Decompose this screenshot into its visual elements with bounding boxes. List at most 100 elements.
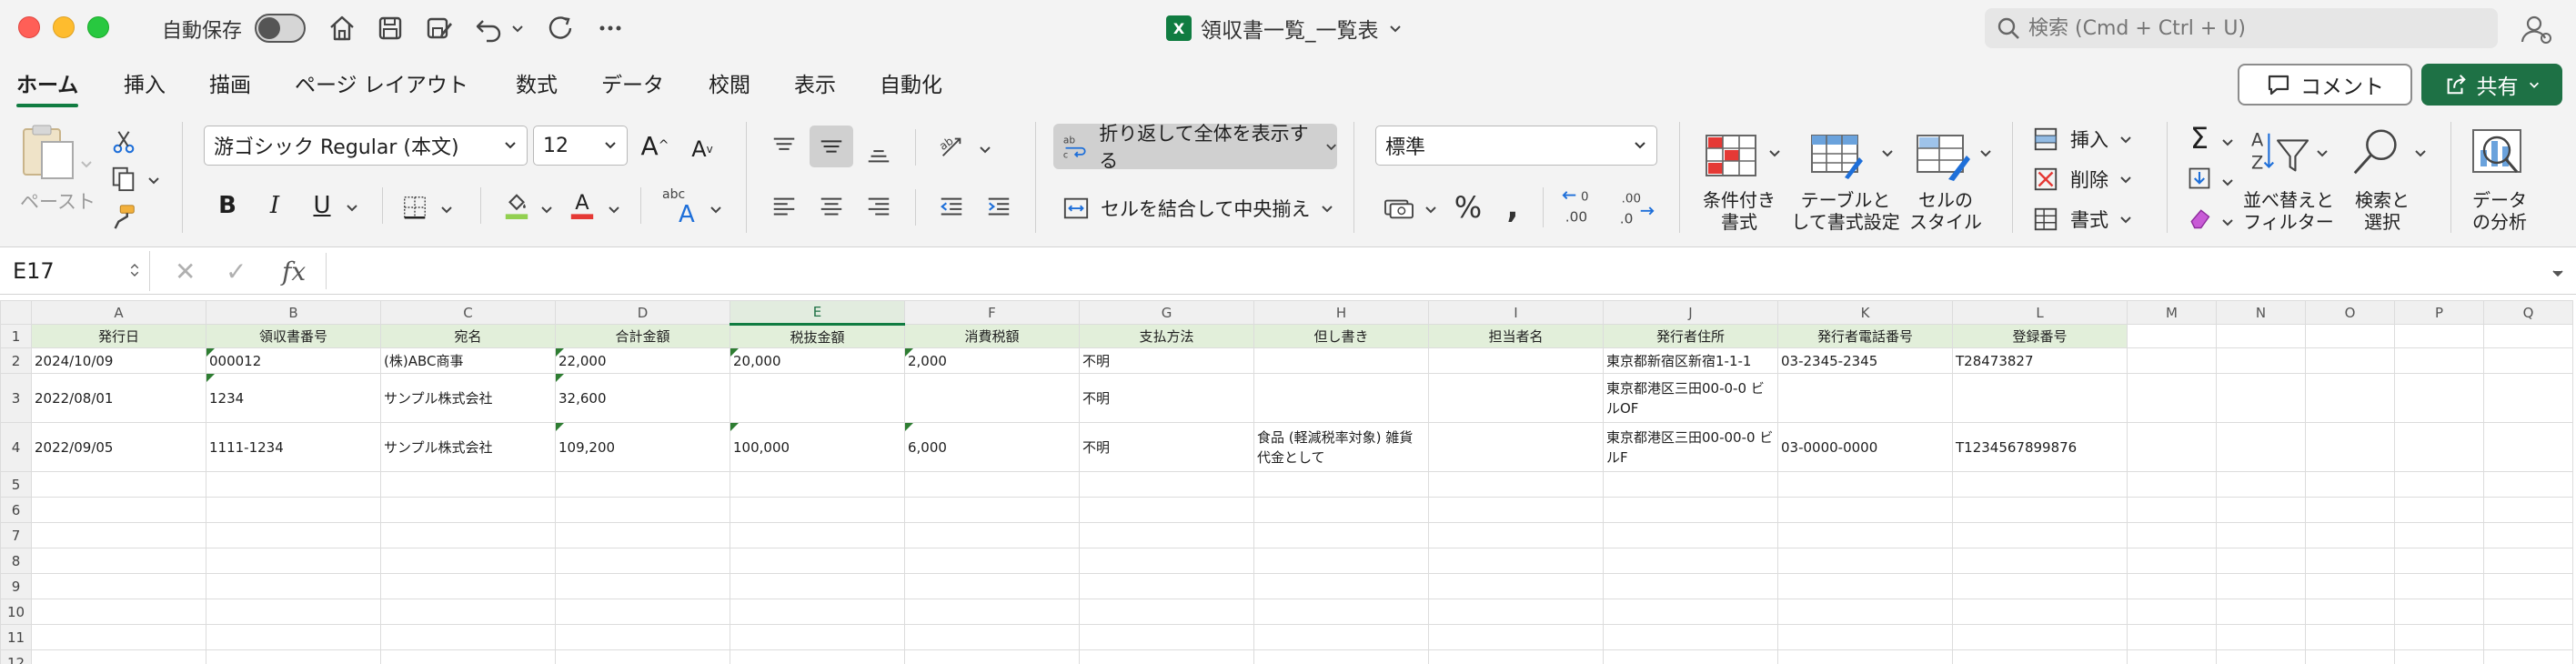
cell[interactable] [555,497,730,523]
cell[interactable] [2127,548,2217,574]
cell[interactable] [31,573,206,599]
header-cell[interactable]: 発行者電話番号 [1777,324,1953,348]
cell[interactable] [380,497,556,523]
cell[interactable] [206,649,381,664]
cell[interactable] [206,599,381,625]
cell[interactable] [1777,649,1953,664]
cancel-entry-icon[interactable]: ✕ [175,257,196,287]
cell[interactable] [1952,599,2128,625]
cell[interactable] [2305,497,2395,523]
cell[interactable] [904,373,1080,423]
document-title[interactable]: X 領収書一覧_一覧表 [1166,13,1403,44]
row-header[interactable]: 1 [0,324,32,348]
cell[interactable] [2305,422,2395,472]
decrease-indent-icon[interactable] [933,189,970,226]
cell[interactable] [2483,548,2573,574]
save-as-icon[interactable] [422,11,457,45]
cell[interactable] [2305,599,2395,625]
cell[interactable] [2394,471,2484,498]
cell[interactable] [2305,471,2395,498]
cell[interactable] [380,649,556,664]
cell[interactable] [730,573,905,599]
search-input[interactable] [2028,16,2465,40]
wrap-text-button[interactable]: ab c 折り返して全体を表示する [1053,123,1337,172]
column-header[interactable]: H [1253,300,1429,325]
cell[interactable] [2216,522,2306,548]
tab-review[interactable]: 校閲 [709,67,750,98]
font-name-dropdown[interactable]: 游ゴシック Regular (本文) [204,126,528,166]
insert-function-icon[interactable]: fx [282,257,306,287]
row-header[interactable]: 5 [0,471,32,498]
analyze-data-icon[interactable] [2467,122,2531,186]
formula-input[interactable] [329,251,2549,291]
cell[interactable] [1079,548,1254,574]
cell[interactable] [555,471,730,498]
cell[interactable] [1253,497,1429,523]
column-header[interactable]: M [2127,300,2217,325]
cell[interactable]: 東京都港区三田00-0-0 ビルOF [1603,373,1778,423]
cell[interactable]: サンプル株式会社 [380,422,556,472]
align-right-icon[interactable] [860,189,897,226]
cell[interactable] [2216,471,2306,498]
cell[interactable] [904,573,1080,599]
more-options-icon[interactable] [593,11,628,45]
cell[interactable]: 32,600 [555,373,730,423]
cell[interactable] [1428,548,1604,574]
cell[interactable] [1777,599,1953,625]
row-header[interactable]: 3 [0,373,32,423]
cell[interactable] [555,522,730,548]
cell[interactable] [31,599,206,625]
cell[interactable] [2483,471,2573,498]
cell[interactable] [1603,599,1778,625]
undo-icon[interactable] [471,11,506,45]
cell-styles-dropdown-chevron-icon[interactable] [1979,146,1992,158]
tab-view[interactable]: 表示 [794,67,836,98]
cell[interactable] [2483,422,2573,472]
cell[interactable] [206,624,381,650]
analyze-data-label[interactable]: データ の分析 [2461,189,2538,233]
cell[interactable] [206,548,381,574]
cell[interactable] [380,522,556,548]
cell[interactable] [2127,471,2217,498]
header-cell[interactable]: 領収書番号 [206,324,381,348]
cell[interactable]: 2,000 [904,347,1080,374]
cell[interactable]: 03-0000-0000 [1777,422,1953,472]
underline-dropdown-chevron-icon[interactable] [346,200,358,213]
cell[interactable] [2394,347,2484,374]
row-header[interactable]: 2 [0,347,32,374]
cell[interactable] [1428,573,1604,599]
row-header[interactable]: 10 [0,599,32,625]
header-cell[interactable]: 担当者名 [1428,324,1604,348]
cell[interactable] [730,522,905,548]
column-header[interactable]: C [380,300,556,325]
cell[interactable] [1428,471,1604,498]
cell[interactable] [206,573,381,599]
cut-icon[interactable] [107,126,140,158]
cell[interactable] [1777,548,1953,574]
cell[interactable] [1079,599,1254,625]
cell[interactable] [380,573,556,599]
increase-font-size-icon[interactable]: A ^ [637,127,673,164]
cell[interactable] [2216,573,2306,599]
phonetic-dropdown-chevron-icon[interactable] [709,202,722,215]
header-cell[interactable]: 税抜金額 [730,324,905,348]
cell[interactable] [2216,599,2306,625]
cell[interactable] [2305,347,2395,374]
cell[interactable] [730,624,905,650]
cell[interactable] [380,624,556,650]
cell[interactable] [1253,573,1429,599]
cell[interactable] [2127,522,2217,548]
cell[interactable] [1253,471,1429,498]
column-header[interactable]: A [31,300,206,325]
column-header[interactable]: N [2216,300,2306,325]
cell[interactable] [1952,548,2128,574]
tab-data[interactable]: データ [601,67,664,98]
cell[interactable] [2127,497,2217,523]
autosum-dropdown-chevron-icon[interactable] [2221,135,2234,147]
cell[interactable] [1952,471,2128,498]
tab-home[interactable]: ホーム [16,67,79,107]
bold-button[interactable]: B [211,187,244,224]
cell[interactable] [730,599,905,625]
cell[interactable] [1428,649,1604,664]
cell[interactable] [555,624,730,650]
